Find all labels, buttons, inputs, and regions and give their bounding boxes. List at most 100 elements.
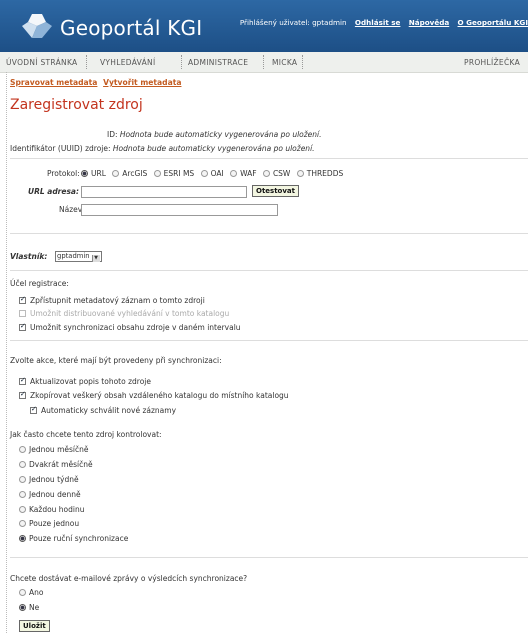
actions-title: Zvolte akce, které mají být provedeny př… [10, 356, 222, 365]
radio-icon[interactable] [19, 476, 26, 483]
user-bar: Přihlášený uživatel: gptadmin Odhlásit s… [240, 18, 528, 27]
divider [10, 270, 528, 271]
protocol-option-arcgis[interactable]: ArcGIS [112, 169, 147, 178]
radio-icon[interactable] [19, 589, 26, 596]
protocol-option-label: WAF [240, 169, 257, 178]
url-input[interactable] [81, 186, 247, 198]
email-title: Chcete dostávat e-mailové zprávy o výsle… [10, 574, 248, 583]
id-label: ID: [107, 130, 118, 139]
about-link[interactable]: O Geoportálu KGI [458, 18, 528, 27]
frequency-option-label: Dvakrát měsíčně [29, 460, 93, 469]
divider [10, 340, 528, 341]
frequency-option-label: Pouze ruční synchronizace [29, 534, 129, 543]
frequency-option[interactable]: Jednou denně [19, 490, 81, 499]
logout-link[interactable]: Odhlásit se [355, 18, 401, 27]
page-title: Zaregistrovat zdroj [10, 97, 143, 113]
test-button[interactable]: Otestovat [252, 185, 299, 197]
radio-icon[interactable] [19, 520, 26, 527]
frequency-option[interactable]: Jednou měsíčně [19, 445, 88, 454]
protocol-option-thredds[interactable]: THREDDS [296, 169, 344, 178]
create-metadata-link[interactable]: Vytvořit metadata [103, 78, 181, 87]
protocol-options: URL ArcGIS ESRI MS OAI WAF CSW THREDDS [81, 169, 343, 178]
radio-icon[interactable] [200, 170, 208, 177]
checkbox[interactable] [19, 376, 26, 385]
owner-selected-value: gptadmin [57, 252, 90, 260]
frequency-option[interactable]: Dvakrát měsíčně [19, 460, 93, 469]
checkbox[interactable] [30, 405, 37, 414]
id-value: Hodnota bude automaticky vygenerována po… [119, 130, 322, 139]
radio-icon[interactable] [19, 506, 26, 513]
frequency-option-label: Každou hodinu [29, 505, 85, 514]
frequency-option-label: Jednou týdně [29, 475, 79, 484]
url-label: URL adresa: [28, 187, 79, 196]
nav-item-search[interactable]: VYHLEDÁVÁNÍ [100, 58, 155, 67]
frequency-title: Jak často chcete tento zdroj kontrolovat… [10, 430, 162, 439]
protocol-option-oai[interactable]: OAI [200, 169, 224, 178]
protocol-option-label: THREDDS [306, 169, 344, 178]
frequency-option[interactable]: Každou hodinu [19, 505, 85, 514]
radio-icon[interactable] [230, 170, 238, 177]
radio-icon[interactable] [112, 170, 120, 177]
radio-icon[interactable] [296, 170, 304, 177]
purpose-item-label: Umožnit synchronizaci obsahu zdroje v da… [30, 323, 241, 332]
radio-icon[interactable] [19, 461, 26, 468]
nav-separator [302, 55, 303, 69]
divider [10, 233, 528, 234]
owner-select[interactable]: gptadmin ▼ [55, 251, 102, 262]
radio-icon[interactable] [262, 170, 270, 177]
divider [10, 158, 528, 159]
frequency-option[interactable]: Jednou týdně [19, 475, 79, 484]
protocol-option-label: OAI [210, 169, 224, 178]
email-option-label: Ano [29, 588, 44, 597]
radio-icon[interactable] [153, 170, 161, 177]
protocol-option-url[interactable]: URL [81, 169, 106, 178]
radio-icon[interactable] [19, 535, 26, 542]
logged-user-text: Přihlášený uživatel: gptadmin [239, 18, 347, 27]
radio-icon[interactable] [19, 446, 26, 453]
nav-item-viewer[interactable]: PROHLÍŽEČKA [464, 58, 520, 67]
purpose-item-label: Umožnit distribuované vyhledávání v tomt… [30, 309, 230, 318]
save-button[interactable]: Uložit [19, 620, 50, 632]
action-item-label: Aktualizovat popis tohoto zdroje [30, 377, 151, 386]
name-input[interactable] [81, 204, 278, 216]
uuid-value: Hodnota bude automaticky vygenerována po… [112, 144, 315, 153]
radio-icon[interactable] [81, 170, 88, 177]
action-item[interactable]: Aktualizovat popis tohoto zdroje [19, 376, 151, 386]
protocol-option-label: ESRI MS [163, 169, 195, 178]
protocol-option-csw[interactable]: CSW [262, 169, 291, 178]
nav-item-micka[interactable]: MICKA [272, 58, 297, 67]
nav-item-admin[interactable]: ADMINISTRACE [188, 58, 248, 67]
geoportal-logo-icon [22, 14, 52, 38]
id-row: ID: Hodnota bude automaticky vygenerován… [107, 130, 322, 139]
checkbox[interactable] [19, 295, 26, 304]
action-item[interactable]: Zkopírovat veškerý obsah vzdáleného kata… [19, 390, 289, 400]
help-link[interactable]: Nápověda [409, 18, 450, 27]
frequency-option-label: Jednou denně [29, 490, 81, 499]
radio-icon[interactable] [19, 604, 26, 611]
checkbox [19, 310, 26, 317]
nav-item-home[interactable]: ÚVODNÍ STRÁNKA [6, 58, 77, 67]
action-item-label: Automaticky schválit nové záznamy [41, 406, 177, 415]
email-option[interactable]: Ne [19, 603, 39, 612]
frequency-option[interactable]: Pouze jednou [19, 519, 79, 528]
radio-icon[interactable] [19, 491, 26, 498]
protocol-option-label: CSW [272, 169, 291, 178]
checkbox[interactable] [19, 390, 26, 399]
protocol-option-esri-ms[interactable]: ESRI MS [153, 169, 195, 178]
frequency-option[interactable]: Pouze ruční synchronizace [19, 534, 128, 543]
manage-metadata-link[interactable]: Spravovat metadata [10, 78, 97, 87]
header-bar: Geoportál KGI Přihlášený uživatel: gptad… [0, 0, 528, 52]
email-option[interactable]: Ano [19, 588, 43, 597]
submenu: Spravovat metadata Vytvořit metadata [10, 78, 184, 87]
purpose-item[interactable]: Umožnit synchronizaci obsahu zdroje v da… [19, 322, 241, 332]
protocol-option-waf[interactable]: WAF [230, 169, 257, 178]
uuid-label: Identifikátor (UUID) zdroje: [10, 144, 111, 153]
protocol-option-label: URL [91, 169, 106, 178]
chevron-down-icon: ▼ [91, 255, 100, 262]
purpose-item[interactable]: Zpřístupnit metadatový záznam o tomto zd… [19, 295, 205, 305]
checkbox[interactable] [19, 322, 26, 331]
uuid-row: Identifikátor (UUID) zdroje: Hodnota bud… [10, 144, 315, 153]
protocol-label: Protokol: [47, 169, 80, 178]
frequency-option-label: Jednou měsíčně [29, 445, 89, 454]
action-item[interactable]: Automaticky schválit nové záznamy [30, 405, 177, 415]
